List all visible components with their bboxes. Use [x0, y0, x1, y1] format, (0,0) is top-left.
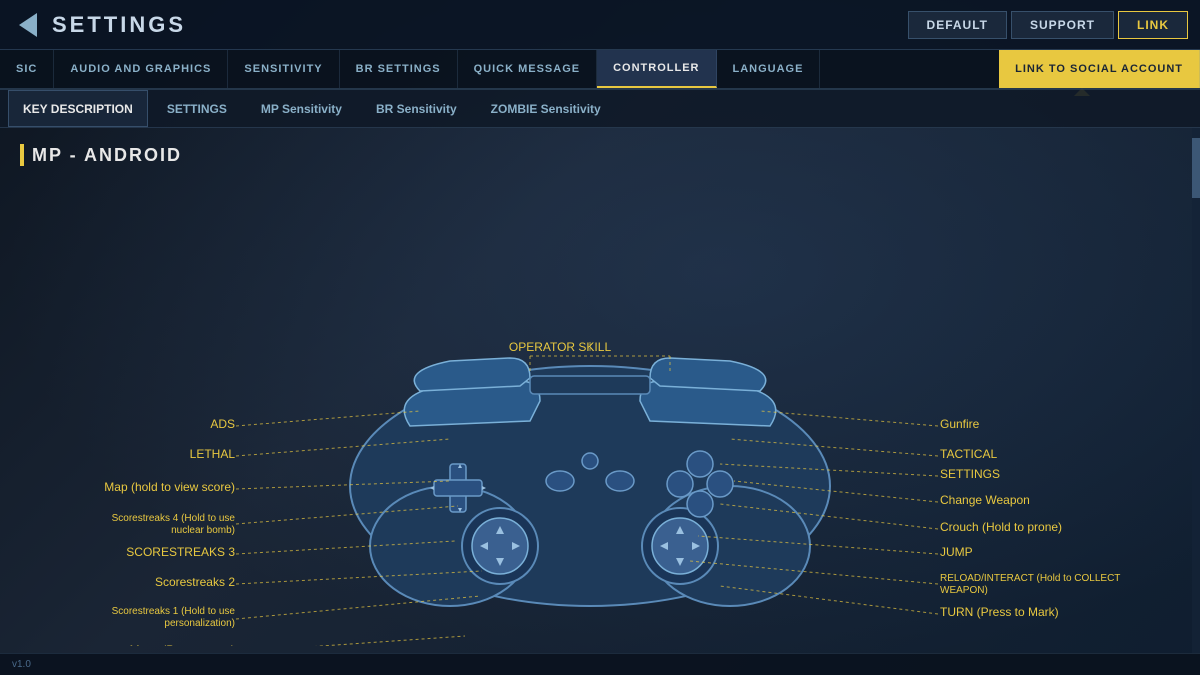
- subtab-settings[interactable]: SETTINGS: [152, 90, 242, 127]
- svg-text:Crouch (Hold to prone): Crouch (Hold to prone): [940, 520, 1062, 534]
- svg-text:Change Weapon: Change Weapon: [940, 493, 1030, 507]
- main-container: SETTINGS DEFAULT SUPPORT LINK SIC AUDIO …: [0, 0, 1200, 675]
- svg-text:Gunfire: Gunfire: [940, 417, 980, 431]
- title-accent-bar: [20, 144, 24, 166]
- tab-controller[interactable]: CONTROLLER: [597, 50, 716, 88]
- svg-text:LETHAL: LETHAL: [190, 447, 236, 461]
- svg-text:Scorestreaks 4 (Hold to use: Scorestreaks 4 (Hold to use: [112, 513, 236, 524]
- header-left: SETTINGS: [12, 9, 186, 41]
- bottom-text: v1.0: [12, 659, 31, 670]
- subtab-mp-sensitivity[interactable]: MP Sensitivity: [246, 90, 357, 127]
- content: MP - ANDROID .lbl { fill: #e8c840; font-…: [0, 128, 1200, 653]
- header-buttons: DEFAULT SUPPORT LINK: [908, 11, 1188, 39]
- support-button[interactable]: SUPPORT: [1011, 11, 1114, 39]
- svg-text:SCORESTREAKS 3: SCORESTREAKS 3: [126, 545, 235, 559]
- tab-sensitivity[interactable]: SENSITIVITY: [228, 50, 339, 88]
- svg-text:nuclear bomb): nuclear bomb): [171, 525, 235, 536]
- sub-tabs: KEY DESCRIPTION SETTINGS MP Sensitivity …: [0, 90, 1200, 128]
- svg-text:WEAPON): WEAPON): [940, 585, 988, 596]
- svg-text:Scorestreaks 1 (Hold to use: Scorestreaks 1 (Hold to use: [112, 606, 236, 617]
- controller-diagram: .lbl { fill: #e8c840; font-size: 12px; f…: [20, 186, 1160, 646]
- subtab-br-sensitivity[interactable]: BR Sensitivity: [361, 90, 472, 127]
- svg-text:TACTICAL: TACTICAL: [940, 447, 997, 461]
- section-title-text: MP - ANDROID: [32, 145, 182, 166]
- tab-basic[interactable]: SIC: [0, 50, 54, 88]
- svg-text:TURN (Press to Mark): TURN (Press to Mark): [940, 605, 1059, 619]
- svg-text:JUMP: JUMP: [940, 545, 973, 559]
- svg-text:Map (hold to view score): Map (hold to view score): [104, 480, 235, 494]
- back-arrow-icon: [19, 13, 37, 37]
- scrollbar[interactable]: [1192, 128, 1200, 653]
- svg-text:Scorestreaks 2: Scorestreaks 2: [155, 575, 235, 589]
- content-main: MP - ANDROID .lbl { fill: #e8c840; font-…: [0, 128, 1192, 653]
- scrollbar-thumb[interactable]: [1192, 138, 1200, 198]
- subtab-zombie-sensitivity[interactable]: ZOMBIE Sensitivity: [476, 90, 616, 127]
- default-button[interactable]: DEFAULT: [908, 11, 1007, 39]
- back-button[interactable]: [12, 9, 44, 41]
- section-title: MP - ANDROID: [20, 144, 1172, 166]
- svg-text:personalization): personalization): [164, 618, 235, 629]
- tab-br-settings[interactable]: BR SETTINGS: [340, 50, 458, 88]
- tab-quick-message[interactable]: QUICK MESSAGE: [458, 50, 598, 88]
- page-title: SETTINGS: [52, 12, 186, 38]
- tab-audio[interactable]: AUDIO AND GRAPHICS: [54, 50, 228, 88]
- bottom-bar: v1.0: [0, 653, 1200, 675]
- svg-text:ADS: ADS: [210, 417, 235, 431]
- controller-area: .lbl { fill: #e8c840; font-size: 12px; f…: [20, 186, 1172, 653]
- svg-text:SETTINGS: SETTINGS: [940, 467, 1000, 481]
- tab-link-social[interactable]: LINK TO SOCIAL ACCOUNT: [999, 50, 1200, 88]
- svg-text:OPERATOR SKILL: OPERATOR SKILL: [509, 340, 612, 354]
- svg-text:Move (Press to run): Move (Press to run): [130, 643, 235, 646]
- link-button[interactable]: LINK: [1118, 11, 1188, 39]
- subtab-key-description[interactable]: KEY DESCRIPTION: [8, 90, 148, 127]
- header: SETTINGS DEFAULT SUPPORT LINK: [0, 0, 1200, 50]
- tab-language[interactable]: LANGUAGE: [717, 50, 821, 88]
- svg-text:RELOAD/INTERACT (Hold to COLLE: RELOAD/INTERACT (Hold to COLLECT: [940, 573, 1120, 584]
- nav-tabs: SIC AUDIO AND GRAPHICS SENSITIVITY BR SE…: [0, 50, 1200, 90]
